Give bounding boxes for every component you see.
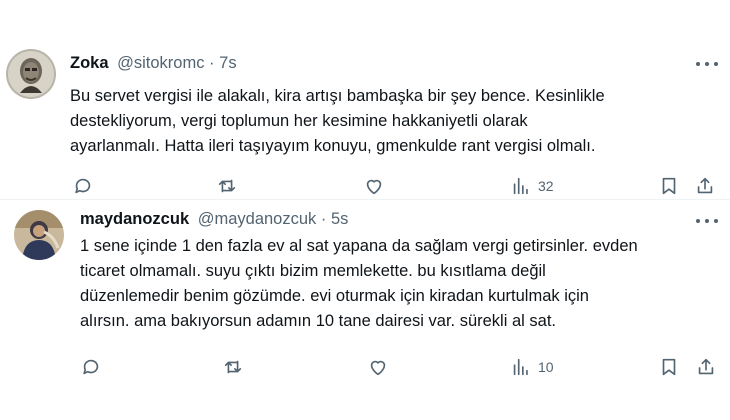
views-icon [513, 358, 528, 376]
more-icon [696, 62, 700, 66]
retweet-button[interactable] [216, 174, 238, 198]
more-icon-dot [705, 62, 709, 66]
views-button[interactable]: 32 [510, 174, 554, 198]
tweet-text-line: 1 sene içinde 1 den fazla ev al sat yapa… [80, 237, 638, 255]
like-button[interactable] [363, 174, 385, 198]
bookmark-button[interactable] [658, 355, 680, 379]
views-button[interactable]: 10 [510, 355, 554, 379]
tweet-text-line: destekliyorum, vergi toplumun her kesimi… [70, 112, 528, 130]
action-bar: 32 [70, 174, 720, 198]
retweet-icon [218, 179, 236, 193]
bookmark-button[interactable] [658, 174, 680, 198]
like-icon [370, 360, 386, 376]
more-icon-dot [714, 219, 718, 223]
bookmark-icon [662, 177, 676, 195]
bookmark-icon [662, 358, 676, 376]
avatar-person-icon [14, 210, 64, 260]
reply-icon [75, 178, 91, 194]
tweet-header: maydanozcuk @maydanozcuk · 5s [80, 210, 348, 229]
reply-icon [83, 359, 99, 375]
tweet[interactable]: maydanozcuk @maydanozcuk · 5s 1 sene içi… [0, 199, 730, 420]
timestamp[interactable]: 5s [331, 210, 348, 228]
share-icon [698, 358, 714, 375]
views-count: 32 [538, 178, 554, 194]
avatar-portrait-icon [6, 49, 56, 99]
more-icon [696, 219, 700, 223]
views-count: 10 [538, 359, 554, 375]
reply-button[interactable] [72, 174, 94, 198]
more-button[interactable] [694, 211, 720, 231]
separator-dot: · [320, 210, 327, 228]
tweet-text-line: Bu servet vergisi ile alakalı, kira artı… [70, 87, 605, 105]
tweet-text-line: ayarlanmalı. Hatta ileri taşıyayım konuy… [70, 137, 596, 155]
action-bar: 10 [78, 355, 720, 379]
display-name[interactable]: Zoka [70, 54, 109, 72]
tweet-text: 1 sene içinde 1 den fazla ev al sat yapa… [80, 234, 710, 334]
tweet[interactable]: Zoka @sitokromc · 7s Bu servet vergisi i… [0, 0, 730, 199]
share-button[interactable] [695, 355, 717, 379]
share-icon [697, 177, 713, 194]
like-icon [366, 179, 382, 195]
timestamp[interactable]: 7s [219, 54, 236, 72]
more-button[interactable] [694, 54, 720, 74]
views-icon [513, 177, 528, 195]
user-handle[interactable]: @maydanozcuk [198, 210, 317, 228]
more-icon-dot [705, 219, 709, 223]
tweet-header: Zoka @sitokromc · 7s [70, 54, 237, 73]
like-button[interactable] [367, 355, 389, 379]
reply-button[interactable] [80, 355, 102, 379]
retweet-button[interactable] [222, 355, 244, 379]
display-name[interactable]: maydanozcuk [80, 210, 189, 228]
more-icon-dot [714, 62, 718, 66]
avatar[interactable] [14, 210, 64, 260]
tweet-text: Bu servet vergisi ile alakalı, kira artı… [70, 84, 710, 159]
retweet-icon [224, 360, 242, 374]
tweet-text-line: ticaret olmamalı. suyu çıktı bizim memle… [80, 262, 546, 280]
separator-dot: · [209, 54, 215, 72]
user-handle[interactable]: @sitokromc [117, 54, 204, 72]
avatar[interactable] [6, 49, 56, 99]
tweet-text-line: düzenlemedir benim gözümde. evi oturmak … [80, 287, 589, 305]
share-button[interactable] [694, 174, 716, 198]
tweet-text-line: alırsın. ama bakıyorsun adamın 10 tane d… [80, 312, 556, 330]
